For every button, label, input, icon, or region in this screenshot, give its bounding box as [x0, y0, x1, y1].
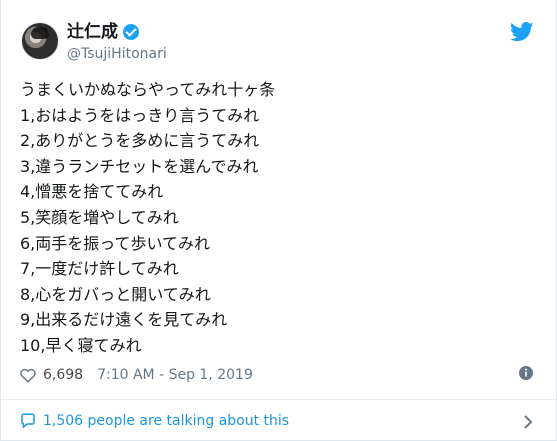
tweet-header: 辻仁成 @TsujiHitonari — [19, 14, 538, 66]
embedded-tweet-card: 辻仁成 @TsujiHitonari うまくいかぬならやってみれ十ヶ条 1,おは… — [0, 0, 557, 441]
conversation-link[interactable]: 1,506 people are talking about this — [19, 408, 538, 434]
display-name[interactable]: 辻仁成 — [67, 22, 118, 42]
conversation-count[interactable]: 1,506 people are talking about this — [43, 413, 289, 429]
conversation-divider — [1, 399, 556, 400]
twitter-logo-icon[interactable] — [510, 22, 534, 42]
tweet-text: うまくいかぬならやってみれ十ヶ条 1,おはようをはっきり言うてみれ 2,ありがと… — [20, 80, 276, 355]
like-count[interactable]: 6,698 — [43, 367, 83, 383]
tweet-meta: 6,698 7:10 AM - Sep 1, 2019 — [19, 363, 538, 387]
info-icon[interactable] — [518, 365, 534, 381]
chevron-right-icon[interactable] — [522, 414, 534, 430]
user-handle[interactable]: @TsujiHitonari — [67, 45, 167, 63]
speech-bubble-icon — [21, 413, 35, 429]
user-info[interactable]: 辻仁成 @TsujiHitonari — [67, 21, 167, 63]
profile-avatar[interactable] — [21, 22, 59, 60]
heart-icon[interactable] — [19, 367, 37, 383]
name-row: 辻仁成 — [67, 21, 167, 43]
tweet-timestamp[interactable]: 7:10 AM - Sep 1, 2019 — [97, 367, 253, 383]
verified-badge-icon — [123, 24, 139, 40]
